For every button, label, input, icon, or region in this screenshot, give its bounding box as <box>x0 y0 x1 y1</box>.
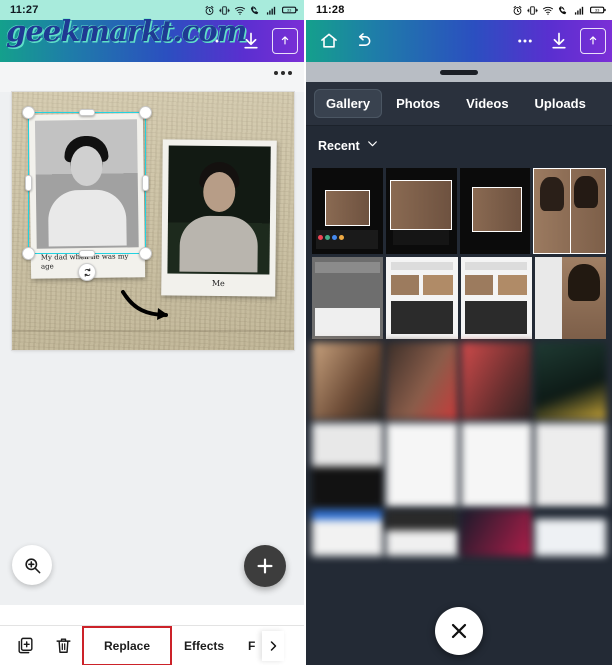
tab-photos[interactable]: Photos <box>384 89 452 118</box>
gallery-thumbnail[interactable] <box>460 257 532 339</box>
gallery-thumbnail[interactable] <box>460 423 532 507</box>
battery-icon: 33 <box>590 6 606 14</box>
gallery-thumbnail[interactable] <box>534 423 606 507</box>
gallery-thumbnail[interactable] <box>386 257 458 339</box>
svg-text:33: 33 <box>595 8 600 13</box>
tab-uploads[interactable]: Uploads <box>523 89 598 118</box>
undo-icon[interactable] <box>346 24 380 58</box>
duplicate-icon[interactable] <box>6 626 44 665</box>
gallery-thumbnail[interactable] <box>460 510 532 556</box>
polaroid-caption: My dad when he was my age <box>40 252 129 272</box>
bottom-sheet-drag-handle[interactable] <box>306 62 612 82</box>
gallery-row <box>312 257 606 339</box>
toolbar-item-effects[interactable]: Effects <box>172 626 236 665</box>
gallery-thumbnail[interactable] <box>459 168 531 254</box>
head-shape <box>203 171 236 213</box>
gallery-row <box>312 342 606 420</box>
app-bar-left <box>0 20 304 62</box>
gallery-row <box>312 168 606 254</box>
curved-arrow-annotation <box>120 288 178 327</box>
gallery-row <box>312 423 606 507</box>
plus-icon <box>257 558 273 574</box>
sort-filter-row[interactable]: Recent <box>306 126 612 166</box>
polaroid-card-selected[interactable]: My dad when he was my age <box>28 113 146 279</box>
gallery-thumbnail[interactable] <box>312 510 384 556</box>
vibrate-icon <box>527 5 538 15</box>
status-bar-icons: 33 <box>204 5 298 16</box>
download-icon[interactable] <box>234 24 268 58</box>
svg-text:33: 33 <box>287 8 292 13</box>
gallery-thumbnail[interactable] <box>312 423 384 507</box>
status-bar-right: 11:28 33 <box>306 0 612 20</box>
torso-shape <box>179 215 259 273</box>
status-bar-time: 11:27 <box>10 4 39 16</box>
left-phone-screenshot: 11:27 33 geekmarkt.com Me My dad when he… <box>0 0 306 665</box>
toolbar-item-replace[interactable]: Replace <box>82 625 173 665</box>
media-source-tabs[interactable]: Gallery Photos Videos Uploads <box>306 82 612 126</box>
call-icon <box>558 5 567 14</box>
delete-icon[interactable] <box>44 626 82 665</box>
canvas-more-options-icon[interactable] <box>274 71 292 75</box>
signal-icon <box>266 6 276 15</box>
gallery-thumbnail[interactable] <box>533 168 606 254</box>
wifi-icon <box>542 6 554 15</box>
gallery-thumbnail[interactable] <box>386 510 458 556</box>
call-icon <box>250 5 259 14</box>
dual-screenshot-container: 11:27 33 geekmarkt.com Me My dad when he… <box>0 0 612 665</box>
gallery-thumbnail[interactable] <box>385 168 457 254</box>
zoom-in-button[interactable] <box>12 545 52 585</box>
gallery-thumbnail[interactable] <box>386 423 458 507</box>
zoom-in-icon <box>24 557 40 573</box>
home-icon[interactable] <box>312 24 346 58</box>
gallery-thumbnail[interactable] <box>534 510 606 556</box>
artboard[interactable]: Me My dad when he was my age <box>12 92 294 350</box>
download-icon[interactable] <box>542 24 576 58</box>
status-bar-left: 11:27 33 <box>0 0 304 20</box>
gallery-thumbnail[interactable] <box>386 342 458 420</box>
chevron-down-icon[interactable] <box>366 137 379 155</box>
gallery-thumbnail-selected[interactable] <box>534 257 606 339</box>
chevron-right-icon <box>270 640 277 651</box>
right-phone-screenshot: 11:28 33 Gallery Photos Videos Uploads R… <box>306 0 612 665</box>
gallery-thumbnail[interactable] <box>312 168 383 254</box>
gallery-thumbnail[interactable] <box>312 257 384 339</box>
gallery-thumbnail[interactable] <box>312 342 384 420</box>
polaroid-caption: Me <box>211 278 225 289</box>
signal-icon <box>574 6 584 15</box>
torso-shape <box>47 189 127 247</box>
add-element-button[interactable] <box>244 545 286 587</box>
close-icon <box>451 623 467 639</box>
battery-icon: 33 <box>282 6 298 14</box>
app-bar-right <box>306 20 612 62</box>
drag-handle <box>440 69 478 75</box>
gallery-thumbnail[interactable] <box>534 342 606 420</box>
gallery-thumbnail[interactable] <box>460 342 532 420</box>
photo-thumbnail <box>34 119 139 249</box>
alarm-icon <box>205 5 214 15</box>
alarm-icon <box>513 5 522 15</box>
photo-thumbnail <box>167 145 271 275</box>
share-icon[interactable] <box>580 28 606 54</box>
editor-canvas-area[interactable]: Me My dad when he was my age <box>0 62 304 605</box>
vibrate-icon <box>219 5 230 15</box>
tab-gallery[interactable]: Gallery <box>314 89 383 118</box>
gallery-row <box>312 510 606 556</box>
wifi-icon <box>234 6 246 15</box>
status-bar-icons: 33 <box>512 5 606 16</box>
polaroid-card[interactable]: Me <box>161 139 277 297</box>
head-shape <box>70 145 103 187</box>
editor-bottom-toolbar[interactable]: Replace Effects F <box>0 625 304 665</box>
more-options-icon[interactable] <box>508 24 542 58</box>
toolbar-item-filters-clipped[interactable]: F <box>236 626 260 665</box>
sort-filter-label: Recent <box>318 139 360 153</box>
gallery-grid[interactable] <box>306 166 612 556</box>
tab-videos[interactable]: Videos <box>454 89 520 118</box>
close-picker-button[interactable] <box>435 607 483 655</box>
toolbar-scroll-next-button[interactable] <box>262 630 285 661</box>
status-bar-time: 11:28 <box>316 4 345 16</box>
share-icon[interactable] <box>272 28 298 54</box>
canvas-top-strip <box>0 62 304 92</box>
more-options-icon[interactable] <box>200 24 234 58</box>
